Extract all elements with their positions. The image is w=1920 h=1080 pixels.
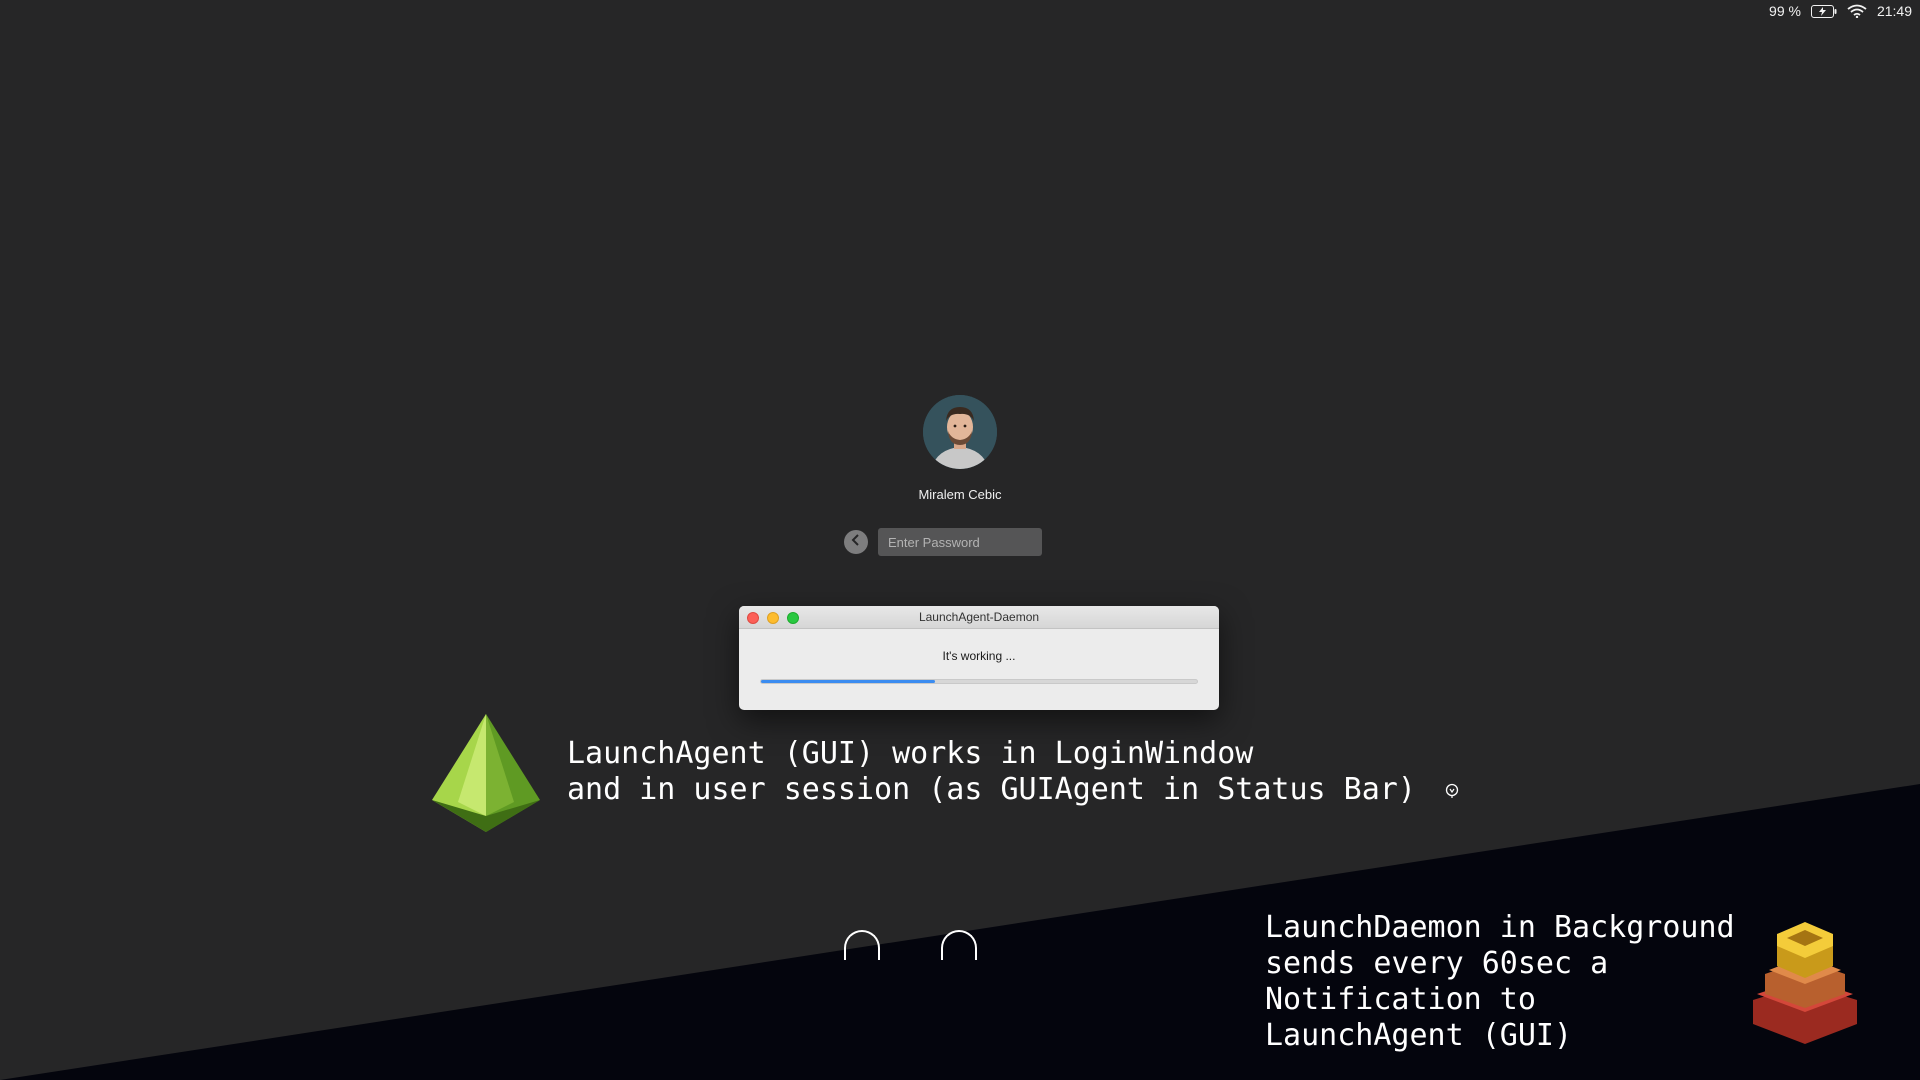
battery-charging-icon[interactable] <box>1810 4 1837 18</box>
back-button[interactable] <box>844 530 868 554</box>
launchdaemon-caption: LaunchDaemon in Background sends every 60… <box>1265 910 1735 1054</box>
dialog-titlebar[interactable]: LaunchAgent-Daemon <box>739 606 1219 629</box>
sleep-icon[interactable] <box>844 930 880 960</box>
user-name: Miralem Cebic <box>918 487 1002 502</box>
progress-bar-fill <box>761 680 936 683</box>
launchdaemon-stack-icon <box>1753 922 1857 1044</box>
menu-status-bar: 99 % 21:49 <box>1769 0 1920 22</box>
caption-line: LaunchAgent (GUI) <box>1265 1018 1573 1053</box>
caption-line: Notification to <box>1265 982 1536 1017</box>
chevron-left-icon <box>851 533 861 551</box>
progress-dialog: LaunchAgent-Daemon It's working ... <box>739 606 1219 710</box>
caption-line: sends every 60sec a <box>1265 946 1609 981</box>
battery-percentage: 99 % <box>1769 3 1801 19</box>
clock[interactable]: 21:49 <box>1877 3 1912 19</box>
dialog-status-text: It's working ... <box>942 649 1016 663</box>
wifi-icon[interactable] <box>1847 4 1867 18</box>
caption-line: LaunchDaemon in Background <box>1265 910 1735 945</box>
caption-line: and in user session (as GUIAgent in Stat… <box>567 772 1416 807</box>
user-avatar[interactable] <box>923 395 997 469</box>
restart-icon[interactable] <box>941 930 977 960</box>
launchagent-pyramid-icon <box>432 714 540 832</box>
close-window-button[interactable] <box>747 612 759 624</box>
dialog-title: LaunchAgent-Daemon <box>918 610 1040 624</box>
launchagent-caption: LaunchAgent (GUI) works in LoginWindow an… <box>567 736 1416 808</box>
password-input[interactable] <box>878 528 1042 556</box>
maximize-window-button[interactable] <box>787 612 799 624</box>
pointer-cursor-icon <box>1445 783 1459 804</box>
progress-bar <box>760 679 1198 684</box>
caption-line: LaunchAgent (GUI) works in LoginWindow <box>567 736 1254 771</box>
minimize-window-button[interactable] <box>767 612 779 624</box>
